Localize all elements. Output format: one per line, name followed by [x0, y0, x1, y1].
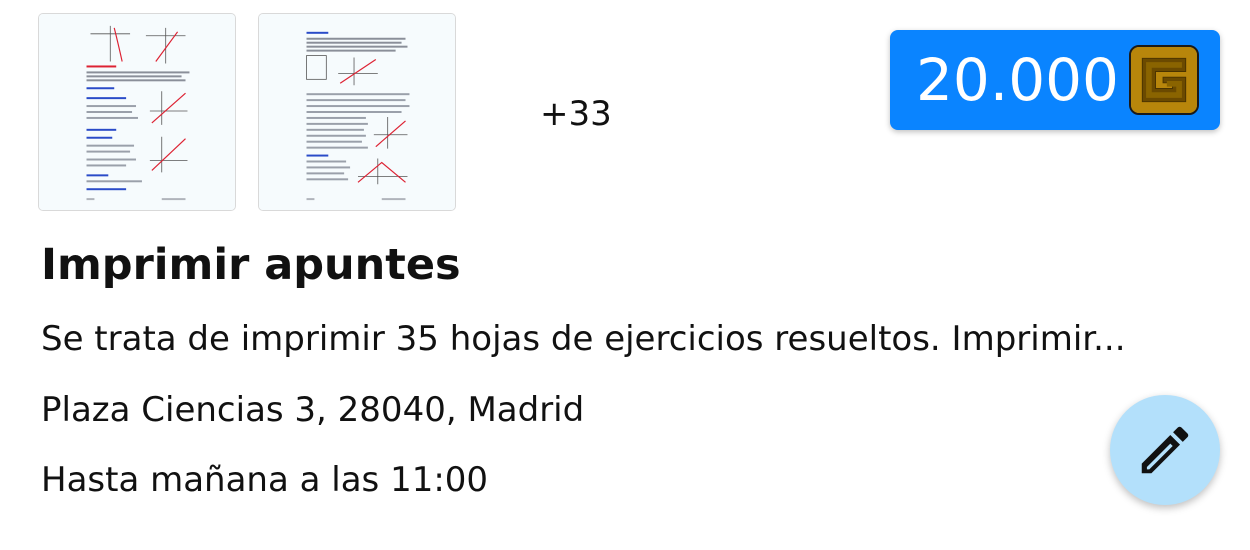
price-value: 20.000	[916, 46, 1119, 114]
g-coin-icon	[1129, 45, 1199, 115]
attachment-thumbnail-2[interactable]	[258, 13, 456, 211]
attachment-thumbnail-1[interactable]	[38, 13, 236, 211]
task-address: Plaza Ciencias 3, 28040, Madrid	[41, 390, 585, 430]
task-title: Imprimir apuntes	[41, 240, 461, 290]
pencil-icon	[1141, 426, 1189, 474]
task-description: Se trata de imprimir 35 hojas de ejercic…	[41, 319, 1126, 359]
document-page-thumbnail	[39, 14, 235, 210]
document-page-thumbnail	[259, 14, 455, 210]
more-attachments-count[interactable]: +33	[540, 94, 612, 134]
edit-button[interactable]	[1110, 395, 1220, 505]
task-card: +33 20.000 Imprimir apuntes Se trata de …	[0, 0, 1250, 550]
task-deadline: Hasta mañana a las 11:00	[41, 460, 489, 500]
